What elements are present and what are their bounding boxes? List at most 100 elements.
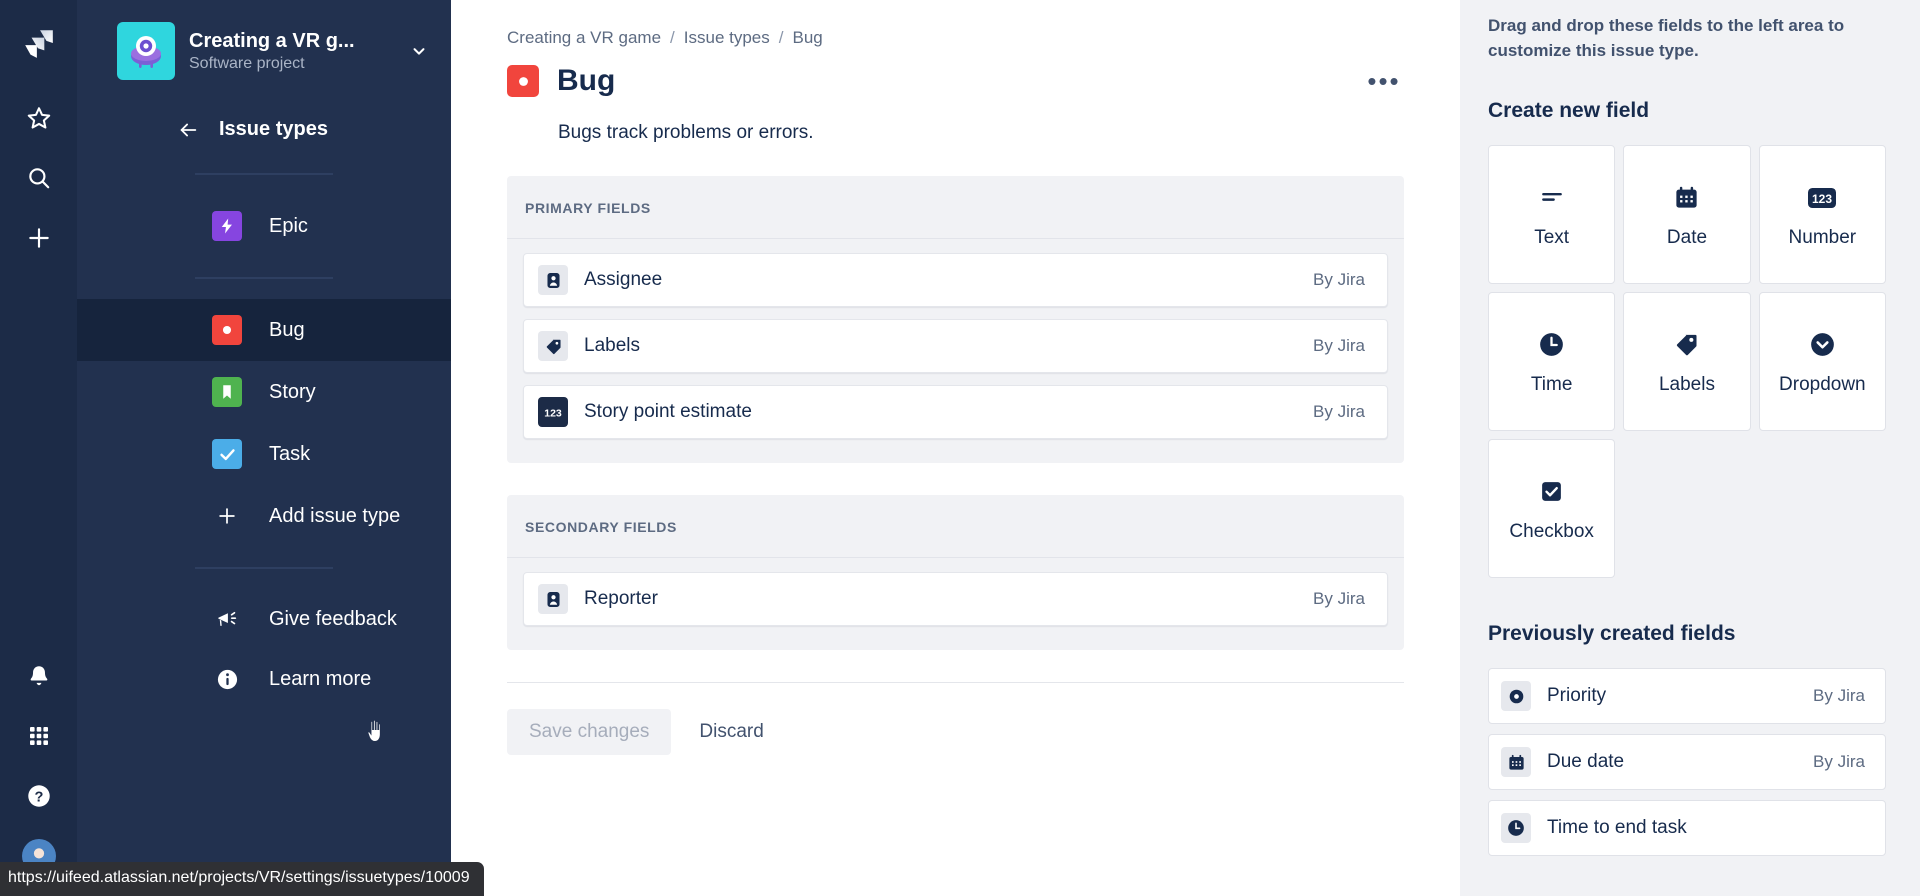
give-feedback-button[interactable]: Give feedback — [77, 589, 451, 649]
number-icon: 123 — [1806, 181, 1838, 215]
sidebar-item-label: Add issue type — [269, 504, 401, 527]
sidebar-item-add-issue-type[interactable]: Add issue type — [77, 485, 451, 547]
create-icon[interactable] — [17, 216, 61, 260]
more-actions-button[interactable]: ••• — [1364, 64, 1404, 98]
sidebar-divider-3 — [195, 567, 333, 569]
field-provider: By Jira — [1313, 336, 1365, 355]
field-type-tile-date[interactable]: Date — [1623, 145, 1751, 285]
field-provider: By Jira — [1313, 402, 1365, 421]
field-provider: By Jira — [1813, 752, 1865, 772]
plus-icon — [212, 501, 242, 531]
field-type-label: Text — [1534, 226, 1570, 248]
breadcrumb: Creating a VR game / Issue types / Bug — [507, 28, 1404, 48]
previous-field-label: Priority — [1547, 685, 1607, 707]
sidebar-item-task[interactable]: Task — [77, 423, 451, 485]
sidebar-divider-2 — [195, 277, 333, 279]
label-icon — [1673, 328, 1700, 362]
save-changes-button[interactable]: Save changes — [507, 709, 672, 755]
project-header[interactable]: Creating a VR g... Software project — [77, 0, 451, 96]
jira-logo-icon[interactable] — [17, 22, 61, 66]
section-body: Assignee By Jira Labels By Jira 123 Stor… — [507, 239, 1404, 439]
field-type-tile-time[interactable]: Time — [1488, 292, 1616, 432]
field-type-label: Number — [1788, 226, 1857, 248]
previous-field-time-to-end-task[interactable]: Time to end task — [1488, 800, 1886, 857]
field-name: Labels — [584, 335, 640, 356]
section-heading: SECONDARY FIELDS — [507, 495, 1404, 558]
calendar-icon — [1501, 747, 1531, 778]
create-new-field-heading: Create new field — [1488, 99, 1650, 123]
project-title: Creating a VR g... — [189, 30, 355, 52]
back-label: Issue types — [219, 118, 328, 140]
mouse-cursor-pointer — [365, 719, 387, 745]
field-row-reporter[interactable]: Reporter By Jira — [523, 572, 1388, 626]
breadcrumb-separator: / — [670, 28, 675, 47]
field-type-label: Checkbox — [1509, 520, 1594, 542]
epic-icon — [212, 211, 242, 241]
field-row-story-point-estimate[interactable]: 123 Story point estimate By Jira — [523, 385, 1388, 439]
breadcrumb-item-project[interactable]: Creating a VR game — [507, 28, 661, 48]
field-type-tile-labels[interactable]: Labels — [1623, 292, 1751, 432]
back-to-issue-types[interactable]: Issue types — [77, 106, 451, 153]
previous-field-priority[interactable]: Priority By Jira — [1488, 668, 1886, 725]
field-type-tile-number[interactable]: 123 Number — [1758, 145, 1886, 285]
calendar-icon — [1673, 181, 1700, 215]
starred-icon[interactable] — [17, 96, 61, 140]
field-provider: By Jira — [1313, 270, 1365, 289]
breadcrumb-item-issue-types[interactable]: Issue types — [684, 28, 770, 48]
user-icon — [538, 584, 568, 614]
previous-field-label: Time to end task — [1547, 817, 1687, 839]
clock-icon — [1537, 328, 1566, 362]
task-icon — [212, 439, 242, 469]
sidebar-item-label: Task — [269, 442, 311, 465]
form-actions: Save changes Discard — [507, 709, 1404, 755]
field-name: Assignee — [584, 269, 663, 290]
sidebar-item-epic[interactable]: Epic — [77, 195, 451, 257]
main-content: Creating a VR game / Issue types / Bug B… — [451, 0, 1460, 896]
checkbox-icon — [1539, 475, 1564, 509]
number-icon: 123 — [538, 397, 568, 427]
chevron-down-circle-icon — [1808, 328, 1837, 362]
previously-created-fields-heading: Previously created fields — [1488, 622, 1736, 646]
page-title: Bug — [557, 64, 616, 97]
field-type-label: Date — [1666, 226, 1708, 248]
bug-icon — [212, 315, 242, 345]
field-row-assignee[interactable]: Assignee By Jira — [523, 253, 1388, 307]
field-type-grid: Text Date 123 Number Time Labels Dropdow… — [1488, 145, 1886, 579]
breadcrumb-item-current: Bug — [792, 28, 823, 47]
project-sidebar: Creating a VR g... Software project Issu… — [77, 0, 451, 896]
section-heading: PRIMARY FIELDS — [507, 176, 1404, 239]
field-type-tile-checkbox[interactable]: Checkbox — [1488, 439, 1616, 579]
sidebar-item-label: Epic — [269, 214, 308, 237]
notifications-bell-icon[interactable] — [17, 654, 61, 698]
text-icon — [1539, 181, 1565, 215]
global-nav-rail: ? — [0, 0, 77, 896]
issue-type-description: Bugs track problems or errors. — [558, 122, 814, 143]
user-icon — [538, 265, 568, 295]
bug-icon — [507, 65, 539, 97]
field-type-tile-text[interactable]: Text — [1488, 145, 1616, 285]
project-avatar-icon — [117, 22, 175, 80]
discard-button[interactable]: Discard — [681, 709, 781, 755]
secondary-fields-section: SECONDARY FIELDS Reporter By Jira — [507, 495, 1404, 650]
breadcrumb-separator: / — [778, 28, 784, 47]
arrow-left-icon — [157, 119, 219, 141]
give-feedback-label: Give feedback — [269, 607, 397, 630]
previous-field-due-date[interactable]: Due date By Jira — [1488, 734, 1886, 791]
actions-divider — [507, 682, 1404, 683]
help-icon[interactable]: ? — [17, 774, 61, 818]
megaphone-icon — [212, 607, 242, 632]
field-type-tile-dropdown[interactable]: Dropdown — [1758, 292, 1886, 432]
field-provider: By Jira — [1813, 686, 1865, 706]
label-icon — [538, 331, 568, 361]
sidebar-item-bug[interactable]: Bug — [77, 299, 451, 742]
sidebar-item-story[interactable]: Story — [77, 361, 451, 423]
page-title-row: Bug ••• — [507, 64, 1404, 98]
search-icon[interactable] — [17, 156, 61, 200]
priority-icon — [1501, 681, 1531, 712]
field-row-labels[interactable]: Labels By Jira — [523, 319, 1388, 373]
chevron-down-icon[interactable] — [405, 37, 433, 65]
learn-more-button[interactable]: Learn more — [77, 649, 451, 709]
field-name: Reporter — [584, 588, 658, 609]
field-palette-panel: Drag and drop these fields to the left a… — [1460, 0, 1920, 896]
app-switcher-grid-icon[interactable] — [17, 714, 61, 758]
